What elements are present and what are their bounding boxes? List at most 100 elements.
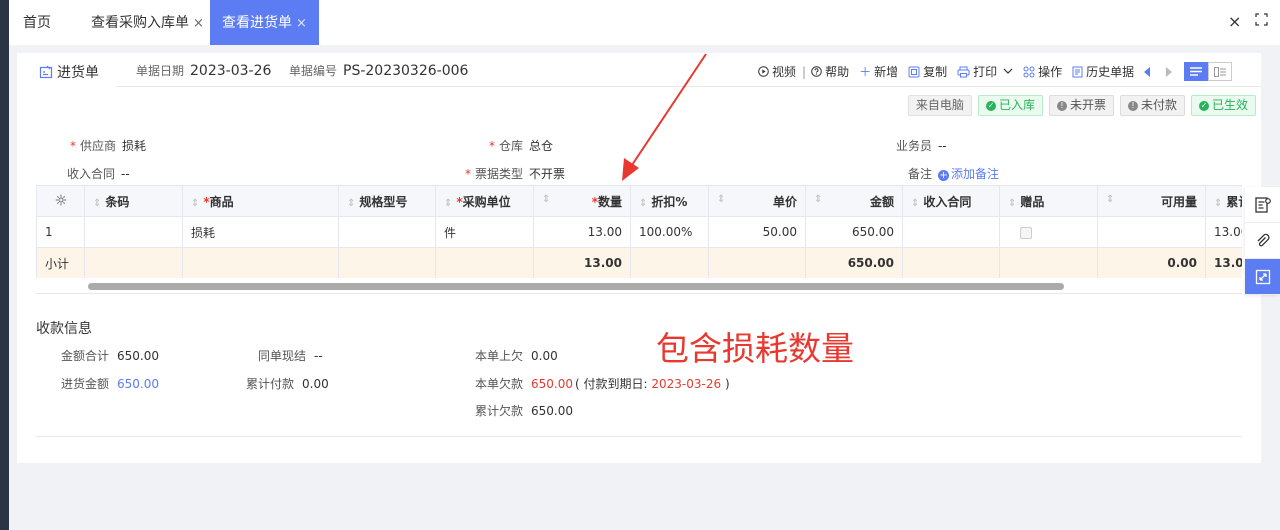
operate-label: 操作 — [1038, 65, 1063, 79]
total-value: 650.00 — [117, 349, 160, 363]
prev-doc-icon[interactable] — [1144, 66, 1151, 77]
invoice-type-value: 不开票 — [529, 167, 566, 181]
next-doc-icon[interactable] — [1165, 66, 1173, 77]
operate-button[interactable]: 操作 — [1023, 63, 1062, 80]
detail-view-button[interactable] — [1208, 62, 1233, 81]
document-icon — [39, 65, 53, 79]
current-owed: 本单欠款 650.00( 付款到期日: 2023-03-26 ) — [475, 375, 730, 392]
invoice-badge: ! 未开票 — [1048, 95, 1114, 116]
sort-icon[interactable]: ⇕ — [542, 194, 550, 205]
add-remark-link[interactable]: + 添加备注 — [938, 167, 999, 181]
remark-field: 备注 + 添加备注 — [908, 165, 999, 182]
close-icon[interactable]: × — [296, 16, 307, 31]
column-barcode[interactable]: ⇕ 条码 — [84, 185, 183, 217]
table-horizontal-scrollbar[interactable] — [36, 280, 1242, 294]
cell-product[interactable]: 损耗 — [182, 216, 339, 248]
printer-icon — [957, 66, 970, 77]
contract-field[interactable]: 收入合同 -- — [67, 165, 130, 182]
close-all-tabs-icon[interactable]: × — [1228, 12, 1241, 31]
column-label: 折扣% — [651, 194, 688, 209]
column-available[interactable]: ⇕ 可用量 — [1097, 185, 1206, 217]
bottom-divider — [36, 436, 1242, 437]
doc-settings-icon — [1254, 196, 1271, 213]
column-gift[interactable]: ⇕ 赠品 — [999, 185, 1098, 217]
check-icon: ✓ — [1198, 100, 1209, 111]
cell-spec[interactable] — [338, 216, 436, 248]
column-product[interactable]: ⇕ *商品 — [182, 185, 339, 217]
help-button[interactable]: 帮助 — [811, 63, 849, 80]
cell-barcode[interactable] — [84, 216, 183, 248]
supplier-field[interactable]: * 供应商 损耗 — [70, 137, 146, 154]
print-button[interactable]: 打印 — [957, 63, 1013, 80]
tab-view-purchase-receipt[interactable]: 查看采购入库单 × — [91, 0, 204, 45]
salesman-value: -- — [938, 139, 947, 153]
left-sidebar-strip — [0, 0, 9, 530]
column-spec[interactable]: ⇕ 规格型号 — [338, 185, 436, 217]
subtotal-available: 0.00 — [1097, 247, 1206, 278]
column-qty[interactable]: ⇕ *数量 — [533, 185, 631, 217]
due-date: 2023-03-26 — [651, 377, 722, 391]
column-label: 数量 — [597, 194, 622, 209]
copy-button[interactable]: 复制 — [908, 63, 947, 80]
cell-contract[interactable] — [902, 216, 1000, 248]
cell-discount[interactable]: 100.00% — [630, 216, 709, 248]
column-amount[interactable]: ⇕ 金额 — [805, 185, 903, 217]
sort-icon[interactable]: ⇕ — [1008, 198, 1016, 209]
cell-amount[interactable]: 650.00 — [805, 216, 903, 248]
previous-owed: 本单上欠 0.00 — [475, 347, 558, 364]
cum-paid-label: 累计付款 — [246, 377, 295, 391]
subtotal-empty — [630, 247, 709, 278]
gear-icon[interactable] — [55, 194, 67, 206]
warehouse-value: 总仓 — [529, 139, 554, 153]
cell-available — [1097, 216, 1206, 248]
sort-icon[interactable]: ⇕ — [717, 194, 725, 205]
table-row[interactable]: 1 损耗 件 13.00 100.00% 50.00 650.00 13.00 — [36, 216, 1242, 248]
print-label: 打印 — [973, 65, 998, 79]
subtotal-row: 小计 13.00 650.00 0.00 13.00 — [36, 247, 1242, 278]
invoice-type-field[interactable]: * 票据类型 不开票 — [465, 165, 565, 182]
column-contract[interactable]: ⇕ 收入合同 — [902, 185, 1000, 217]
attachment-float-button[interactable] — [1245, 223, 1280, 259]
gift-checkbox[interactable] — [1020, 226, 1032, 239]
column-price[interactable]: ⇕ 单价 — [708, 185, 806, 217]
same-settle: 同单现结 -- — [258, 347, 323, 364]
subtotal-cumulative: 13.00 — [1205, 247, 1242, 278]
cell-unit[interactable]: 件 — [435, 216, 534, 248]
column-cumulative[interactable]: ⇕ 累计 — [1205, 185, 1242, 217]
add-button[interactable]: ＋ 新增 — [859, 63, 898, 80]
fullscreen-icon[interactable] — [1255, 13, 1268, 26]
sort-icon[interactable]: ⇕ — [191, 198, 199, 209]
doc-type-label: 进货单 — [57, 65, 99, 81]
prev-owe-value: 0.00 — [531, 349, 558, 363]
column-discount[interactable]: ⇕ 折扣% — [630, 185, 709, 217]
sort-icon[interactable]: ⇕ — [93, 198, 101, 209]
subtotal-empty — [708, 247, 806, 278]
sort-icon[interactable]: ⇕ — [444, 198, 452, 209]
sort-icon[interactable]: ⇕ — [1214, 198, 1222, 209]
history-button[interactable]: 历史单据 — [1072, 63, 1134, 80]
expand-icon — [1255, 269, 1270, 284]
tab-view-purchase-order[interactable]: 查看进货单 × — [210, 0, 319, 45]
salesman-field[interactable]: 业务员 -- — [896, 137, 947, 154]
list-view-button[interactable] — [1184, 62, 1209, 81]
cell-qty[interactable]: 13.00 — [533, 216, 631, 248]
doc-number-value: PS-20230326-006 — [343, 63, 469, 79]
sort-icon[interactable]: ⇕ — [1106, 194, 1114, 205]
tab-home[interactable]: 首页 — [23, 0, 51, 45]
cell-price[interactable]: 50.00 — [708, 216, 806, 248]
sort-icon[interactable]: ⇕ — [347, 198, 355, 209]
column-settings[interactable] — [36, 185, 85, 217]
doc-info-float-button[interactable] — [1245, 187, 1280, 223]
video-button[interactable]: 视频 — [758, 63, 796, 80]
sort-icon[interactable]: ⇕ — [814, 194, 822, 205]
status-badges: 来自电脑 ✓ 已入库 ! 未开票 ! 未付款 ✓ 已生效 — [907, 95, 1256, 116]
close-icon[interactable]: × — [193, 16, 204, 31]
sort-icon[interactable]: ⇕ — [911, 198, 919, 209]
scrollbar-thumb[interactable] — [88, 283, 1064, 290]
purchase-value[interactable]: 650.00 — [117, 377, 159, 391]
page-title: 进货单 — [39, 62, 99, 82]
warehouse-field[interactable]: * 仓库 总仓 — [489, 137, 553, 154]
sort-icon[interactable]: ⇕ — [639, 198, 647, 209]
column-unit[interactable]: ⇕ *采购单位 — [435, 185, 534, 217]
expand-float-button[interactable] — [1245, 259, 1280, 295]
